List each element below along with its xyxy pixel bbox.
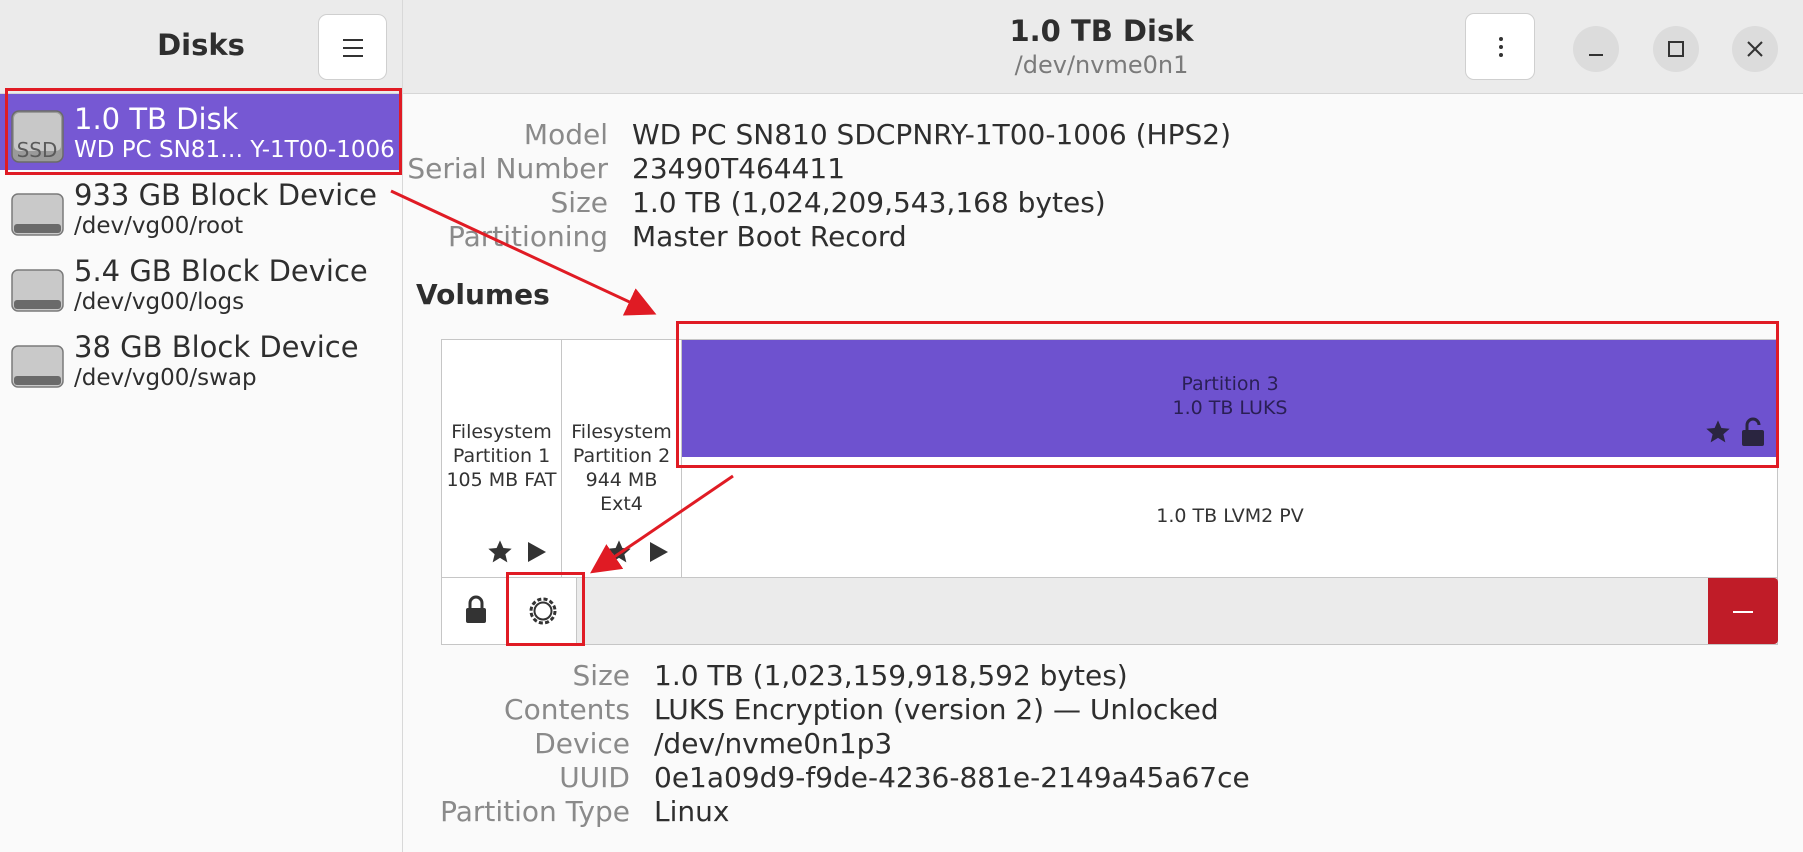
minimize-button[interactable]: [1573, 26, 1619, 72]
partition-2-name: Partition 2: [572, 445, 671, 467]
partition-2[interactable]: Filesystem Partition 2 944 MB Ext4: [562, 340, 682, 577]
highlight-box-gear: [506, 572, 585, 646]
partition-size-value: 1.0 TB (1,023,159,918,592 bytes): [654, 659, 1128, 692]
device-value: /dev/nvme0n1p3: [654, 727, 893, 760]
model-label: Model: [523, 118, 608, 151]
disk-item-name: 933 GB Block Device: [74, 178, 377, 212]
lock-button[interactable]: [442, 578, 509, 644]
size-value: 1.0 TB (1,024,209,543,168 bytes): [632, 186, 1106, 219]
highlight-box-partition-3: [676, 321, 1779, 468]
disk-icon: [11, 193, 64, 236]
contents-label: Contents: [504, 693, 630, 726]
disk-icon: [11, 345, 64, 388]
volumes-heading: Volumes: [416, 278, 550, 311]
minimize-icon: [1589, 54, 1603, 56]
sidebar-header: Disks: [0, 0, 402, 94]
disk-item-subtitle: /dev/vg00/root: [74, 213, 244, 239]
star-icon: [488, 540, 512, 563]
serial-value: 23490T464411: [632, 152, 846, 185]
maximize-button[interactable]: [1653, 26, 1699, 72]
partition-1-size: 105 MB FAT: [446, 469, 557, 491]
close-icon: [1747, 41, 1763, 57]
disk-item-root[interactable]: 933 GB Block Device /dev/vg00/root: [0, 170, 402, 246]
lvm-pv-label[interactable]: 1.0 TB LVM2 PV: [682, 505, 1778, 527]
highlight-box-disk: [5, 88, 402, 175]
serial-label: Serial Number: [407, 152, 608, 185]
uuid-label: UUID: [559, 761, 630, 794]
minus-icon: [1733, 611, 1753, 613]
partition-type-value: Linux: [654, 795, 730, 828]
partition-1[interactable]: Filesystem Partition 1 105 MB FAT: [442, 340, 562, 577]
play-icon: [528, 542, 546, 562]
partition-1-type: Filesystem: [451, 421, 552, 443]
play-icon: [650, 542, 668, 562]
partition-type-label: Partition Type: [440, 795, 630, 828]
partitioning-label: Partitioning: [448, 220, 608, 253]
partition-size-label: Size: [572, 659, 630, 692]
contents-value: LUKS Encryption (version 2) — Unlocked: [654, 693, 1219, 726]
disk-item-swap[interactable]: 38 GB Block Device /dev/vg00/swap: [0, 322, 402, 398]
disk-item-name: 38 GB Block Device: [74, 330, 359, 364]
star-icon: [607, 540, 631, 563]
uuid-value: 0e1a09d9-f9de-4236-881e-2149a45a67ce: [654, 761, 1250, 794]
disk-menu-button[interactable]: [1465, 13, 1535, 80]
maximize-icon: [1668, 41, 1684, 57]
partitioning-value: Master Boot Record: [632, 220, 907, 253]
lock-icon: [466, 595, 486, 623]
model-value: WD PC SN810 SDCPNRY-1T00-1006 (HPS2): [632, 118, 1231, 151]
delete-partition-button[interactable]: [1708, 578, 1778, 644]
partition-2-size: 944 MB Ext4: [585, 469, 658, 515]
disk-item-subtitle: /dev/vg00/swap: [74, 365, 257, 391]
disk-item-subtitle: /dev/vg00/logs: [74, 289, 245, 315]
device-label: Device: [534, 727, 630, 760]
partition-1-name: Partition 1: [452, 445, 551, 467]
menu-button[interactable]: [318, 14, 387, 80]
disk-item-logs[interactable]: 5.4 GB Block Device /dev/vg00/logs: [0, 246, 402, 322]
close-button[interactable]: [1732, 26, 1778, 72]
partition-2-type: Filesystem: [571, 421, 672, 443]
size-label: Size: [550, 186, 608, 219]
disk-item-name: 5.4 GB Block Device: [74, 254, 368, 288]
volume-toolbar: [441, 578, 1778, 645]
disk-icon: [11, 269, 64, 312]
